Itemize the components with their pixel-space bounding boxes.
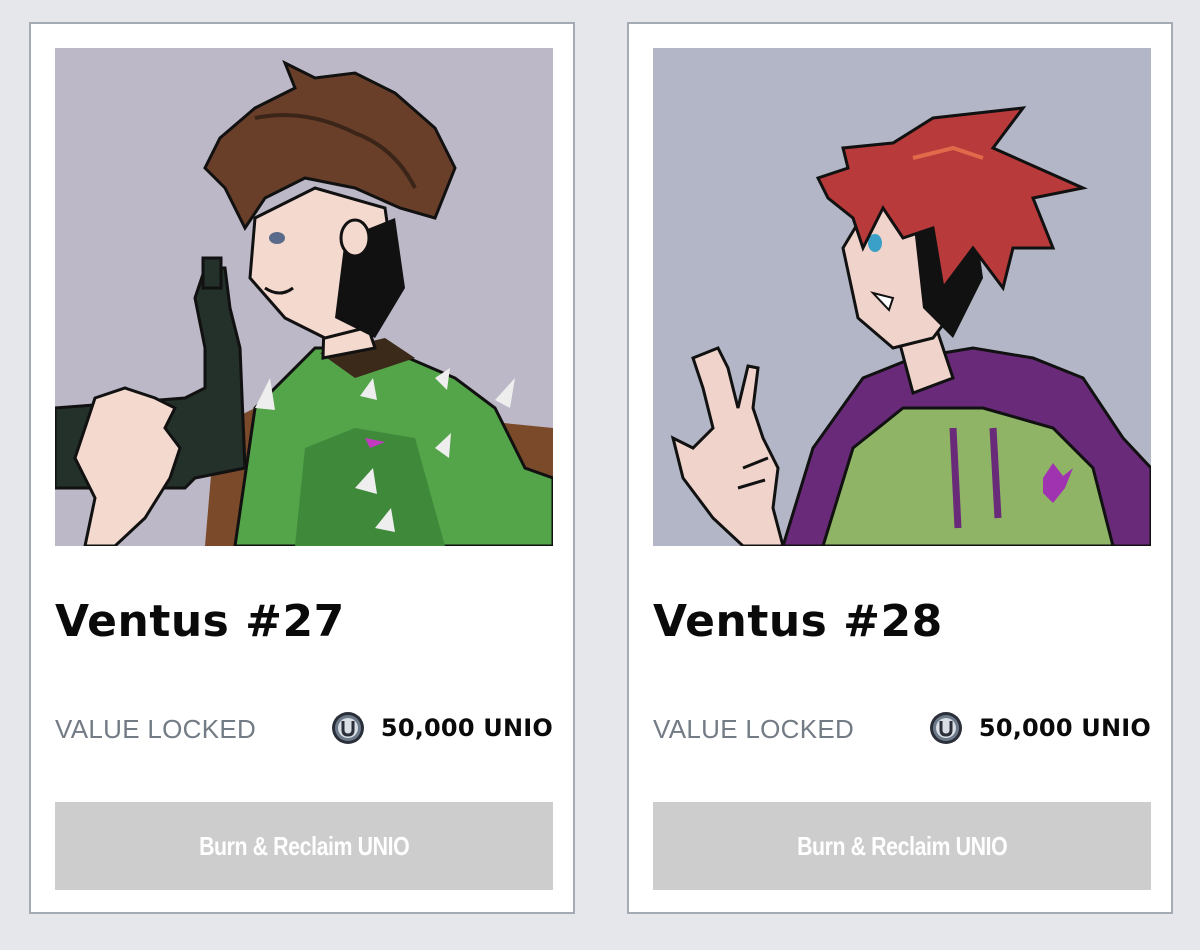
value-locked-row: VALUE LOCKED 50,000 UNIO [653,708,1151,748]
value-amount: 50,000 UNIO [331,708,553,748]
burn-reclaim-button[interactable]: Burn & Reclaim UNIO [55,802,553,890]
value-locked-row: VALUE LOCKED 50,000 UNIO [55,708,553,748]
amount-text: 50,000 UNIO [380,714,553,742]
value-amount: 50,000 UNIO [929,708,1151,748]
burn-reclaim-button-label: Burn & Reclaim UNIO [198,830,410,861]
nft-title: Ventus #27 [55,596,345,647]
burn-reclaim-button[interactable]: Burn & Reclaim UNIO [653,802,1151,890]
unio-coin-icon [929,712,962,744]
nft-card: Ventus #28 VALUE LOCKED 50,000 UNIO Burn… [627,22,1173,914]
nft-artwork [653,48,1151,546]
character-illustration [55,48,553,546]
nft-artwork [55,48,553,546]
amount-text: 50,000 UNIO [978,714,1151,742]
unio-coin-icon [331,712,364,744]
nft-card: Ventus #27 VALUE LOCKED 50,000 UNIO Burn… [29,22,575,914]
value-locked-label: VALUE LOCKED [653,714,855,744]
nft-card-grid: Ventus #27 VALUE LOCKED 50,000 UNIO Burn… [0,0,1200,950]
burn-reclaim-button-label: Burn & Reclaim UNIO [796,830,1008,861]
character-illustration [653,48,1151,546]
value-locked-label: VALUE LOCKED [55,714,257,744]
nft-title: Ventus #28 [653,596,943,647]
